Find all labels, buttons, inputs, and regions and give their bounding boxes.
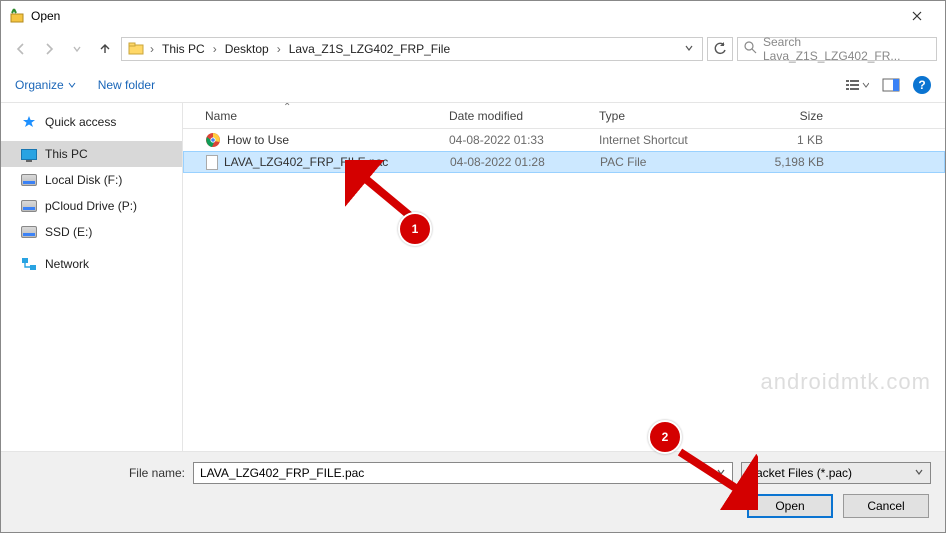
window-title: Open (31, 9, 897, 23)
crumb-sep: › (148, 42, 156, 56)
back-button[interactable] (9, 37, 33, 61)
search-input[interactable]: Search Lava_Z1S_LZG402_FR... (737, 37, 937, 61)
body: Quick access This PC Local Disk (F:) pCl… (1, 103, 945, 451)
col-name[interactable]: Name (183, 109, 441, 123)
up-button[interactable] (93, 37, 117, 61)
crumb-sep: › (211, 42, 219, 56)
forward-button[interactable] (37, 37, 61, 61)
file-date: 04-08-2022 01:33 (441, 133, 591, 147)
network-icon (21, 256, 37, 272)
file-type: Internet Shortcut (591, 133, 731, 147)
footer: File name: LAVA_LZG402_FRP_FILE.pac Pack… (1, 451, 945, 532)
chrome-icon (205, 132, 221, 148)
file-icon (206, 155, 218, 170)
address-bar[interactable]: › This PC › Desktop › Lava_Z1S_LZG402_FR… (121, 37, 703, 61)
file-size: 5,198 KB (732, 155, 832, 169)
file-name: LAVA_LZG402_FRP_FILE.pac (224, 155, 388, 169)
disk-icon (21, 198, 37, 214)
help-button[interactable]: ? (913, 76, 931, 94)
sidebar-item-pcloud[interactable]: pCloud Drive (P:) (1, 193, 182, 219)
recent-dropdown[interactable] (65, 37, 89, 61)
refresh-button[interactable] (707, 37, 733, 61)
file-row[interactable]: How to Use 04-08-2022 01:33 Internet Sho… (183, 129, 945, 151)
sidebar-item-label: Quick access (45, 115, 116, 129)
cancel-button[interactable]: Cancel (843, 494, 929, 518)
sort-indicator: ⌃ (283, 103, 291, 113)
sidebar-item-this-pc[interactable]: This PC (1, 141, 182, 167)
filename-value: LAVA_LZG402_FRP_FILE.pac (200, 466, 364, 480)
sidebar-item-label: SSD (E:) (45, 225, 92, 239)
filename-dropdown[interactable] (716, 466, 726, 480)
sidebar-item-quick-access[interactable]: Quick access (1, 109, 182, 135)
file-size: 1 KB (731, 133, 831, 147)
file-row[interactable]: LAVA_LZG402_FRP_FILE.pac 04-08-2022 01:2… (183, 151, 945, 173)
organize-button[interactable]: Organize (15, 78, 76, 92)
sidebar-item-label: This PC (45, 147, 88, 161)
sidebar-item-ssd[interactable]: SSD (E:) (1, 219, 182, 245)
crumb-sep: › (275, 42, 283, 56)
file-name: How to Use (227, 133, 289, 147)
crumb-folder[interactable]: Lava_Z1S_LZG402_FRP_File (285, 40, 454, 58)
filename-input[interactable]: LAVA_LZG402_FRP_FILE.pac (193, 462, 733, 484)
crumb-desktop[interactable]: Desktop (221, 40, 273, 58)
col-date[interactable]: Date modified (441, 109, 591, 123)
star-icon (21, 114, 37, 130)
toolbar: Organize New folder ? (1, 67, 945, 103)
new-folder-button[interactable]: New folder (98, 78, 155, 92)
disk-icon (21, 224, 37, 240)
open-button[interactable]: Open (747, 494, 833, 518)
filename-label: File name: (15, 466, 185, 480)
titlebar: Open (1, 1, 945, 31)
filter-value: Packet Files (*.pac) (748, 466, 852, 480)
file-date: 04-08-2022 01:28 (442, 155, 592, 169)
monitor-icon (21, 146, 37, 162)
col-size[interactable]: Size (731, 109, 831, 123)
col-type[interactable]: Type (591, 109, 731, 123)
sidebar-item-network[interactable]: Network (1, 251, 182, 277)
view-button[interactable] (845, 75, 869, 95)
close-button[interactable] (897, 1, 937, 31)
file-type: PAC File (592, 155, 732, 169)
filetype-filter[interactable]: Packet Files (*.pac) (741, 462, 931, 484)
search-icon (744, 41, 757, 57)
nav-row: › This PC › Desktop › Lava_Z1S_LZG402_FR… (1, 31, 945, 67)
search-placeholder: Search Lava_Z1S_LZG402_FR... (763, 35, 930, 63)
column-headers[interactable]: ⌃ Name Date modified Type Size (183, 103, 945, 129)
folder-icon (128, 41, 144, 58)
open-dialog: Open › This PC › Desktop › Lava_Z1S_LZG4… (0, 0, 946, 533)
sidebar-item-label: Local Disk (F:) (45, 173, 122, 187)
sidebar-item-label: pCloud Drive (P:) (45, 199, 137, 213)
disk-icon (21, 172, 37, 188)
sidebar-item-label: Network (45, 257, 89, 271)
sidebar-item-local-disk[interactable]: Local Disk (F:) (1, 167, 182, 193)
filter-dropdown[interactable] (914, 466, 924, 480)
file-pane: ⌃ Name Date modified Type Size How to Us… (183, 103, 945, 451)
sidebar: Quick access This PC Local Disk (F:) pCl… (1, 103, 183, 451)
crumb-this-pc[interactable]: This PC (158, 40, 209, 58)
preview-pane-button[interactable] (879, 75, 903, 95)
address-dropdown[interactable] (680, 42, 698, 56)
file-list: How to Use 04-08-2022 01:33 Internet Sho… (183, 129, 945, 451)
app-icon (9, 7, 25, 26)
